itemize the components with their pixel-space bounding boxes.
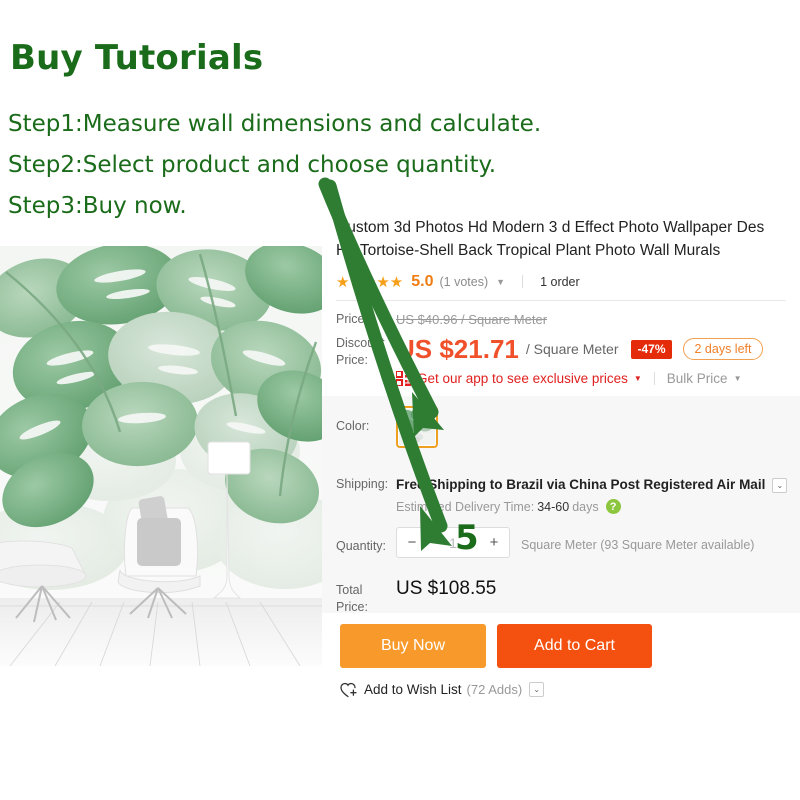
quantity-decrement-button[interactable]: − xyxy=(397,528,427,557)
chevron-down-icon[interactable]: ▼ xyxy=(634,374,642,383)
discount-label-line2: Price: xyxy=(336,353,368,367)
discount-badge: -47% xyxy=(631,339,672,359)
bulk-price-link[interactable]: Bulk Price xyxy=(667,371,728,386)
swatch-thumbnail xyxy=(399,409,435,445)
total-price-value: US $108.55 xyxy=(396,578,497,599)
buy-now-button[interactable]: Buy Now xyxy=(340,624,486,668)
product-detail-column: Custom 3d Photos Hd Modern 3 d Effect Ph… xyxy=(322,216,800,387)
price-block: Price: US $40.96 / Square Meter Discount… xyxy=(322,301,800,387)
discount-price: US $21.71 xyxy=(396,334,519,364)
quantity-availability: Square Meter (93 Square Meter available) xyxy=(521,538,755,552)
discount-amount-line: US $21.71 / Square Meter -47% 2 days lef… xyxy=(396,335,800,363)
heart-plus-icon xyxy=(340,682,357,698)
quantity-label: Quantity: xyxy=(336,538,387,553)
quantity-stepper[interactable]: − + xyxy=(396,527,510,558)
total-price-row: Total Price: US $108.55 xyxy=(322,578,496,616)
qr-code-icon xyxy=(395,370,411,387)
divider xyxy=(653,372,655,385)
total-price-label: Total Price: xyxy=(336,583,368,614)
discount-price-row: Discount Price: US $21.71 / Square Meter… xyxy=(322,335,800,387)
page-root: Buy Tutorials Step1:Measure wall dimensi… xyxy=(0,0,800,800)
original-price: US $40.96 / Square Meter xyxy=(396,312,548,327)
eta-unit: days xyxy=(572,499,599,514)
shipping-method: Free Shipping to Brazil via China Post R… xyxy=(396,477,766,492)
shipping-label: Shipping: xyxy=(336,477,389,491)
purchase-buttons: Buy Now Add to Cart xyxy=(322,624,800,668)
color-label: Color: xyxy=(336,419,370,433)
shipping-select[interactable]: Free Shipping to Brazil via China Post R… xyxy=(396,476,788,494)
app-promo-row[interactable]: Get our app to see exclusive prices ▼ Bu… xyxy=(395,363,800,387)
tutorial-step-1: Step1:Measure wall dimensions and calcul… xyxy=(8,111,542,137)
options-panel: Color: Shipping: Free Shipping to Brazil… xyxy=(322,396,800,616)
rating-votes: (1 votes) xyxy=(439,274,489,289)
shipping-row: Shipping: Free Shipping to Brazil via Ch… xyxy=(322,476,788,514)
countdown-badge: 2 days left xyxy=(682,338,764,360)
star-rating-icon[interactable]: ★★★★★ xyxy=(336,273,403,291)
product-title-line1: Custom 3d Photos Hd Modern 3 d Effect Ph… xyxy=(336,219,765,236)
chevron-down-icon[interactable]: ⌄ xyxy=(529,682,545,697)
product-title: Custom 3d Photos Hd Modern 3 d Effect Ph… xyxy=(322,216,800,262)
order-count[interactable]: 1 order xyxy=(540,275,580,289)
tutorial-step-3: Step3:Buy now. xyxy=(8,193,187,219)
product-image[interactable] xyxy=(0,246,322,666)
eta-value: 34-60 xyxy=(537,499,570,514)
discount-price-label: Discount Price: xyxy=(322,335,396,369)
eta-label: Estimated Delivery Time: xyxy=(396,499,535,514)
price-unit: / Square Meter xyxy=(525,341,619,357)
wish-list-label[interactable]: Add to Wish List xyxy=(364,682,462,697)
rating-score: 5.0 xyxy=(411,272,434,290)
wish-list-row[interactable]: Add to Wish List (72 Adds) ⌄ xyxy=(322,668,800,698)
product-title-line2: Hd Tortoise-Shell Back Tropical Plant Ph… xyxy=(336,242,721,259)
tutorial-step-2: Step2:Select product and choose quantity… xyxy=(8,152,497,178)
help-icon[interactable]: ? xyxy=(605,499,621,514)
quantity-row: Quantity: − + Square Meter (93 Square Me… xyxy=(322,527,755,558)
add-to-cart-button[interactable]: Add to Cart xyxy=(497,624,652,668)
color-swatch-option[interactable] xyxy=(396,406,438,448)
chevron-down-icon[interactable]: ▼ xyxy=(496,277,505,287)
chevron-down-icon[interactable]: ▼ xyxy=(734,374,742,383)
discount-label-line1: Discount xyxy=(336,336,385,350)
price-label: Price: xyxy=(336,312,368,326)
quantity-increment-button[interactable]: + xyxy=(479,528,509,557)
chevron-down-icon[interactable]: ⌄ xyxy=(772,477,788,493)
delivery-estimate: Estimated Delivery Time: 34-60 days ? xyxy=(396,499,787,514)
divider xyxy=(522,275,524,288)
action-area: Buy Now Add to Cart Add to Wish List (72… xyxy=(322,624,800,698)
app-promo-text[interactable]: Get our app to see exclusive prices xyxy=(417,371,628,386)
mural-illustration xyxy=(0,246,322,666)
tutorial-title: Buy Tutorials xyxy=(10,38,264,78)
rating-row: ★★★★★ 5.0 (1 votes) ▼ 1 order xyxy=(322,262,800,292)
color-row: Color: xyxy=(322,406,438,448)
original-price-row: Price: US $40.96 / Square Meter xyxy=(322,311,800,328)
annotation-quantity-value: 5 xyxy=(455,518,479,558)
wish-list-count: (72 Adds) xyxy=(466,682,523,697)
